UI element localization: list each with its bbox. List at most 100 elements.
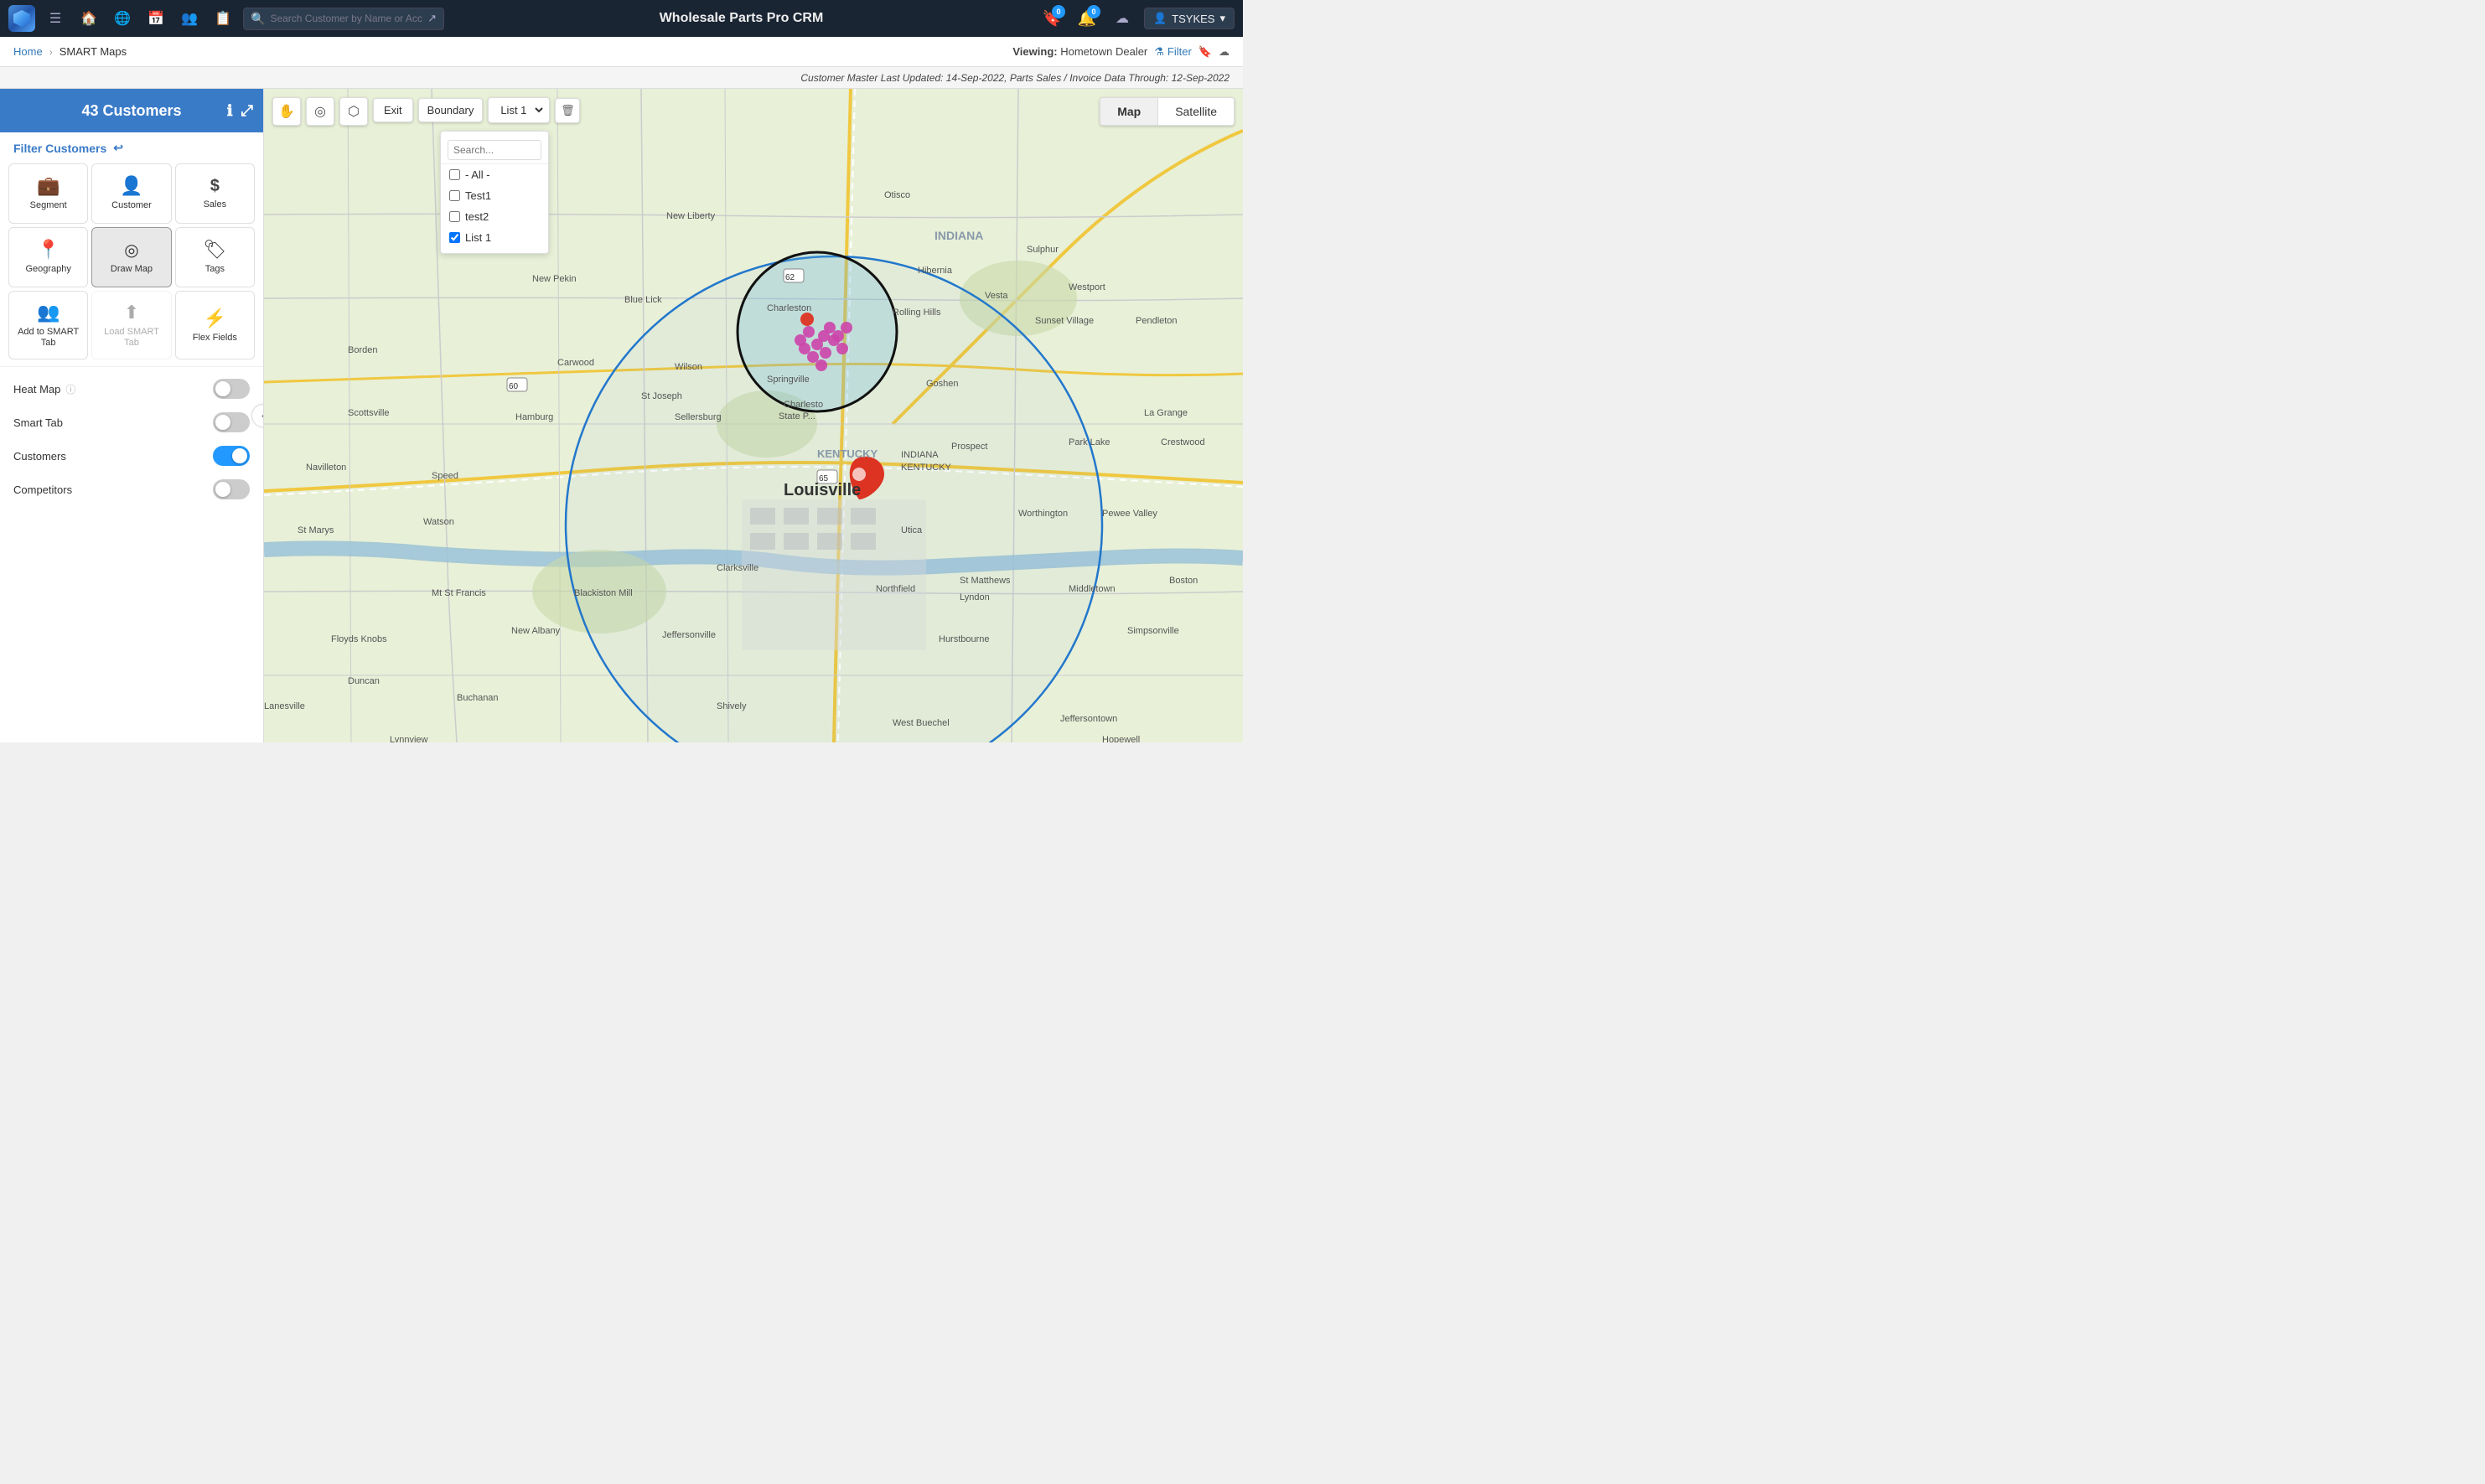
svg-text:Pendleton: Pendleton: [1136, 316, 1178, 326]
svg-text:Lynnview: Lynnview: [390, 735, 428, 742]
draw-map-icon: ◎: [124, 240, 138, 261]
info-icon[interactable]: ℹ: [227, 102, 233, 120]
svg-text:St Joseph: St Joseph: [641, 391, 682, 401]
calendar-icon[interactable]: 📅: [142, 5, 169, 32]
dropdown-label-test2: test2: [465, 210, 489, 223]
filter-icon: ⚗: [1154, 45, 1164, 59]
filter-segment-btn[interactable]: 💼 Segment: [8, 163, 88, 224]
breadcrumb-right: Viewing: Hometown Dealer ⚗ Filter 🔖 ☁: [1012, 45, 1230, 59]
user-avatar-icon: 👤: [1153, 12, 1167, 25]
svg-text:Simpsonville: Simpsonville: [1127, 626, 1179, 636]
customers-toggle[interactable]: [213, 446, 250, 466]
circle-draw-btn[interactable]: ◎: [306, 97, 334, 126]
map-area: Louisville INDIANA KENTUCKY 60 62 65 New…: [264, 89, 1243, 742]
competitors-label-toggle: Competitors: [13, 483, 72, 496]
filter-draw-map-btn[interactable]: ◎ Draw Map: [91, 227, 171, 287]
svg-text:La Grange: La Grange: [1144, 408, 1188, 418]
home-icon[interactable]: 🏠: [75, 5, 102, 32]
expand-icon[interactable]: ⤢: [241, 102, 253, 120]
user-menu-btn[interactable]: 👤 TSYKES ▾: [1144, 8, 1235, 29]
svg-text:Hurstbourne: Hurstbourne: [939, 634, 990, 644]
heat-map-toggle[interactable]: [213, 379, 250, 399]
filter-customer-btn[interactable]: 👤 Customer: [91, 163, 171, 224]
svg-text:Middletown: Middletown: [1069, 584, 1116, 594]
map-type-buttons: Map Satellite: [1100, 97, 1235, 126]
svg-text:Scottsville: Scottsville: [348, 408, 390, 418]
cloud-icon[interactable]: ☁: [1109, 5, 1136, 32]
competitors-toggle[interactable]: [213, 479, 250, 499]
boundary-controls: Exit Boundary List 1 Test1 test2 - All -…: [373, 97, 580, 123]
svg-text:Clarksville: Clarksville: [717, 563, 758, 573]
svg-text:Hamburg: Hamburg: [515, 412, 553, 422]
dropdown-check-all[interactable]: [449, 169, 460, 180]
smart-tab-toggle-row: Smart Tab: [0, 406, 263, 439]
flex-fields-label: Flex Fields: [193, 333, 237, 344]
external-link-icon[interactable]: ↗: [427, 12, 437, 25]
search-input[interactable]: [270, 13, 422, 24]
filter-grid: 💼 Segment 👤 Customer $ Sales 📍 Geography…: [0, 160, 263, 363]
task-icon[interactable]: 📋: [210, 5, 236, 32]
search-icon: 🔍: [251, 12, 265, 26]
filter-add-smart-tab-btn[interactable]: 👥 Add to SMART Tab: [8, 291, 88, 359]
filter-btn[interactable]: ⚗ Filter: [1154, 45, 1192, 59]
svg-text:Sunset Village: Sunset Village: [1035, 316, 1094, 326]
svg-text:Hopewell: Hopewell: [1102, 735, 1140, 742]
svg-text:Park Lake: Park Lake: [1069, 437, 1110, 447]
filter-tags-btn[interactable]: 🏷 Tags: [175, 227, 255, 287]
map-background: Louisville INDIANA KENTUCKY 60 62 65 New…: [264, 89, 1243, 742]
polygon-draw-btn[interactable]: ⬡: [339, 97, 368, 126]
svg-text:Mt St Francis: Mt St Francis: [432, 588, 486, 598]
bookmark-bar-icon[interactable]: 🔖: [1198, 45, 1212, 59]
dropdown-item-test1[interactable]: Test1: [441, 185, 548, 206]
app-title: Wholesale Parts Pro CRM: [451, 11, 1032, 26]
filter-sales-btn[interactable]: $ Sales: [175, 163, 255, 224]
draw-map-label: Draw Map: [111, 264, 153, 275]
svg-text:Lyndon: Lyndon: [960, 592, 990, 602]
dropdown-item-list1[interactable]: List 1: [441, 227, 548, 248]
svg-text:Borden: Borden: [348, 345, 377, 355]
breadcrumb-home[interactable]: Home: [13, 45, 43, 58]
svg-text:Speed: Speed: [432, 471, 458, 481]
svg-text:Carwood: Carwood: [557, 358, 594, 368]
filter-flex-fields-btn[interactable]: ⚡ Flex Fields: [175, 291, 255, 359]
dropdown-check-list1[interactable]: [449, 232, 460, 243]
boundary-delete-btn[interactable]: 🗑: [555, 98, 580, 123]
svg-text:New Albany: New Albany: [511, 626, 561, 636]
boundary-select[interactable]: List 1 Test1 test2 - All -: [492, 100, 546, 121]
people-icon[interactable]: 👥: [176, 5, 203, 32]
globe-icon[interactable]: 🌐: [109, 5, 136, 32]
dropdown-item-test2[interactable]: test2: [441, 206, 548, 227]
svg-text:INDIANA: INDIANA: [901, 450, 939, 460]
bookmark-btn[interactable]: 🔖 0: [1038, 5, 1065, 32]
svg-text:West Buechel: West Buechel: [893, 718, 950, 728]
cloud-bar-icon[interactable]: ☁: [1219, 45, 1230, 59]
app-logo: [8, 5, 35, 32]
filter-geography-btn[interactable]: 📍 Geography: [8, 227, 88, 287]
geography-icon: 📍: [37, 239, 60, 261]
heat-map-info-icon[interactable]: ⓘ: [65, 382, 75, 396]
svg-text:St Marys: St Marys: [298, 525, 334, 535]
dropdown-label-test1: Test1: [465, 189, 491, 202]
dropdown-search-input[interactable]: [448, 140, 541, 160]
notification-btn[interactable]: 🔔 0: [1074, 5, 1100, 32]
pan-tool-btn[interactable]: ✋: [272, 97, 301, 126]
svg-text:Charlesto: Charlesto: [784, 400, 823, 410]
map-top-controls: ✋ ◎ ⬡: [272, 97, 368, 126]
search-bar: 🔍 ↗: [243, 8, 444, 30]
svg-text:Jeffersonville: Jeffersonville: [662, 630, 716, 640]
exit-btn[interactable]: Exit: [373, 98, 413, 122]
svg-text:KENTUCKY: KENTUCKY: [901, 463, 952, 473]
map-type-satellite-btn[interactable]: Satellite: [1158, 98, 1234, 125]
dropdown-check-test2[interactable]: [449, 211, 460, 222]
menu-icon[interactable]: ☰: [42, 5, 69, 32]
svg-text:Lanesville: Lanesville: [264, 701, 305, 711]
svg-text:Springville: Springville: [767, 375, 810, 385]
map-type-map-btn[interactable]: Map: [1100, 98, 1158, 125]
dropdown-check-test1[interactable]: [449, 190, 460, 201]
svg-text:Floyds Knobs: Floyds Knobs: [331, 634, 387, 644]
reset-filter-icon[interactable]: ↩: [113, 141, 123, 155]
main-layout: 43 Customers ℹ ⤢ Filter Customers ↩ 💼 Se…: [0, 89, 1243, 742]
svg-text:Otisco: Otisco: [884, 190, 910, 200]
smart-tab-toggle[interactable]: [213, 412, 250, 432]
dropdown-item-all[interactable]: - All -: [441, 164, 548, 185]
